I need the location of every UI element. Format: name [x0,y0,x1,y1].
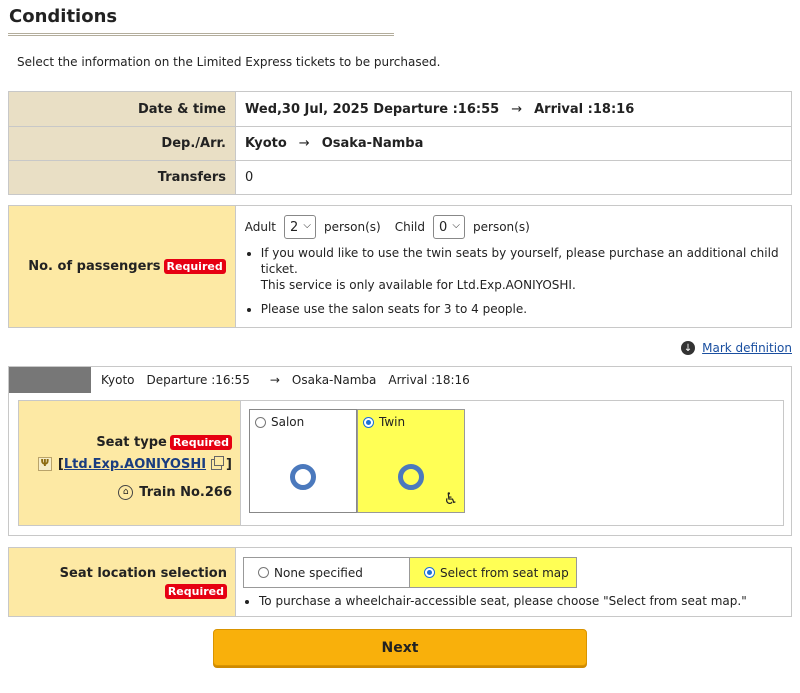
wheelchair-note: To purchase a wheelchair-accessible seat… [259,594,747,608]
seat-options: Salon Twin ♿ [241,401,465,525]
info-row-deparr: Dep./Arr. Kyoto → Osaka-Namba [9,126,791,160]
option-seat-map[interactable]: Select from seat map [410,557,577,588]
seat-location-notes: To purchase a wheelchair-accessible seat… [243,594,747,608]
train-arrival: Arrival :18:16 [388,373,470,387]
down-arrow-icon: ↓ [681,341,696,355]
wheelchair-icon: ♿ [443,489,458,508]
radio-seat-map[interactable] [424,567,435,578]
mark-definition-text: Mark definition [702,341,792,355]
arrow-icon: → [511,101,523,117]
seat-type-label: Seat type Required Ψ [ Ltd.Exp.AONIYOSHI… [19,401,241,525]
page-title: Conditions [9,6,118,27]
seat-location-body: None specified Select from seat map To p… [236,548,747,616]
adult-select[interactable]: 2 ⌵ [283,215,316,239]
passengers-label: No. of passengers Required [9,206,236,327]
adult-unit: person(s) [323,220,381,234]
passenger-selectors: Adult 2 ⌵ person(s) Child 0 ⌵ person(s) [245,215,791,239]
seat-location-section: Seat location selection Required None sp… [8,547,792,617]
option-none-specified[interactable]: None specified [243,557,410,588]
train-header-marker [9,367,91,393]
child-select[interactable]: 0 ⌵ [433,215,466,239]
transfers-value: 0 [236,161,253,194]
mark-definition-link[interactable]: ↓ Mark definition [681,341,792,355]
option-seat-map-label: Select from seat map [440,565,569,580]
required-badge: Required [163,259,226,274]
adult-select-value: 2 [289,219,299,235]
seat-type-text: Seat type [96,434,167,450]
seat-location-options: None specified Select from seat map [243,557,747,588]
info-row-transfers: Transfers 0 [9,160,791,194]
note-twin-line1: If you would like to use the twin seats … [260,246,779,276]
date-value: Wed,30 Jul, 2025 Departure :16:55 → Arri… [236,92,634,126]
seat-type-box: Seat type Required Ψ [ Ltd.Exp.AONIYOSHI… [18,400,784,526]
bracket-close: ] [226,456,232,472]
note-twin-line2: This service is only available for Ltd.E… [260,278,576,292]
seat-option-label: Salon [271,415,305,429]
arrow-icon: → [298,136,310,151]
train-number: Train No.266 [139,484,232,500]
note-twin-seats: If you would like to use the twin seats … [261,245,791,293]
seat-option-head: Salon [250,410,356,429]
title-divider [8,33,394,36]
required-badge-wrap: Required [9,584,227,599]
seat-option-label: Twin [379,415,406,429]
passengers-body: Adult 2 ⌵ person(s) Child 0 ⌵ person(s) … [236,206,791,327]
train-number-line: ⌂ Train No.266 [19,481,232,503]
required-badge: Required [164,584,227,599]
train-departure: Departure :16:55 [146,373,250,387]
passengers-label-text: No. of passengers [28,259,161,274]
radio-salon[interactable] [255,416,266,428]
transfers-count: 0 [245,170,254,185]
departure-station: Kyoto [245,136,287,151]
deparr-value: Kyoto → Osaka-Namba [236,127,423,160]
available-circle-icon [290,464,316,490]
arrival-time: Arrival :18:16 [534,101,635,117]
info-row-date: Date & time Wed,30 Jul, 2025 Departure :… [9,92,791,126]
intro-text: Select the information on the Limited Ex… [17,55,441,69]
seat-location-label: Seat location selection Required [9,548,236,616]
child-select-value: 0 [439,219,448,235]
train-name-line: Ψ [ Ltd.Exp.AONIYOSHI ] [19,453,232,475]
arrow-icon: → [269,373,280,387]
train-from: Kyoto [101,373,135,387]
train-icon: ⌂ [118,484,134,500]
seat-option-head: Twin [358,410,464,429]
child-label: Child [394,220,426,234]
passengers-section: No. of passengers Required Adult 2 ⌵ per… [8,205,792,328]
radio-none-specified[interactable] [258,567,269,578]
chevron-down-icon: ⌵ [303,220,311,231]
train-to: Osaka-Namba [291,373,377,387]
trip-info-table: Date & time Wed,30 Jul, 2025 Departure :… [8,91,792,195]
note-salon-seats: Please use the salon seats for 3 to 4 pe… [261,301,791,317]
adult-label: Adult [244,220,276,234]
limited-express-icon: Ψ [37,457,52,471]
transfers-label: Transfers [9,161,236,194]
seat-location-text: Seat location selection [59,566,227,581]
departure-datetime: Wed,30 Jul, 2025 Departure :16:55 [245,101,500,117]
arrival-station: Osaka-Namba [321,136,424,151]
seat-option-salon[interactable]: Salon [249,409,357,513]
train-header: Kyoto Departure :16:55 → Osaka-Namba Arr… [9,367,791,393]
seat-option-twin[interactable]: Twin ♿ [357,409,465,513]
train-name-link[interactable]: Ltd.Exp.AONIYOSHI [64,457,206,472]
required-badge: Required [169,434,232,450]
train-section: Kyoto Departure :16:55 → Osaka-Namba Arr… [8,366,792,536]
option-none-label: None specified [274,565,363,580]
deparr-label: Dep./Arr. [9,127,236,160]
next-button[interactable]: Next [213,629,587,666]
date-label: Date & time [9,92,236,126]
seat-type-title: Seat type Required [19,431,232,453]
radio-twin[interactable] [363,416,374,428]
external-window-icon [211,455,225,470]
child-unit: person(s) [473,220,530,234]
available-circle-icon [398,464,424,490]
chevron-down-icon: ⌵ [452,220,461,231]
passenger-notes: If you would like to use the twin seats … [245,245,791,317]
